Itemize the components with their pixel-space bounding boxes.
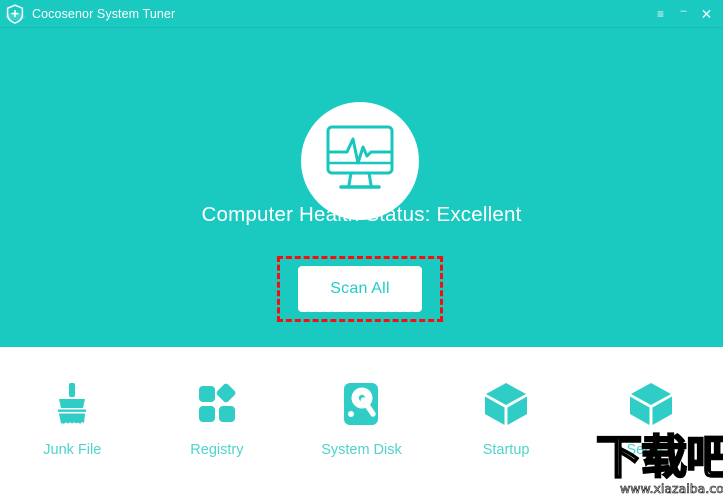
minimize-icon[interactable]: – (672, 0, 695, 28)
tool-item-registry[interactable]: Registry (145, 347, 290, 458)
tool-item-startup[interactable]: Startup (434, 347, 579, 458)
hero-panel: Computer Health Status: Excellent Scan A… (0, 28, 723, 347)
scan-all-button[interactable]: Scan All (298, 266, 422, 312)
health-status-text: Computer Health Status: Excellent (201, 203, 522, 226)
tool-label: Junk File (43, 442, 102, 458)
hard-disk-icon (335, 378, 387, 430)
tool-label: Registry (190, 442, 244, 458)
broom-icon (46, 378, 98, 430)
window-controls: ≡ – ✕ (649, 0, 723, 28)
tool-label: System Disk (321, 442, 402, 458)
app-title: Cocosenor System Tuner (32, 6, 176, 21)
registry-blocks-icon (191, 378, 243, 430)
title-bar: Cocosenor System Tuner ≡ – ✕ (0, 0, 723, 28)
tool-item-service[interactable]: Service (578, 347, 723, 458)
shield-plus-icon (4, 3, 26, 25)
tool-item-junk-file[interactable]: Junk File (0, 347, 145, 458)
hamburger-menu-icon[interactable]: ≡ (649, 0, 672, 28)
tool-label: Startup (482, 442, 530, 458)
monitor-heartbeat-icon (323, 123, 397, 200)
cube-icon (625, 378, 677, 430)
cube-icon (480, 378, 532, 430)
app-window: Cocosenor System Tuner ≡ – ✕ Computer He… (0, 0, 723, 500)
tool-label: Service (626, 442, 675, 458)
tool-item-system-disk[interactable]: System Disk (289, 347, 434, 458)
close-icon[interactable]: ✕ (695, 0, 718, 28)
tool-strip: Junk File Registry System Disk Startup S… (0, 347, 723, 500)
